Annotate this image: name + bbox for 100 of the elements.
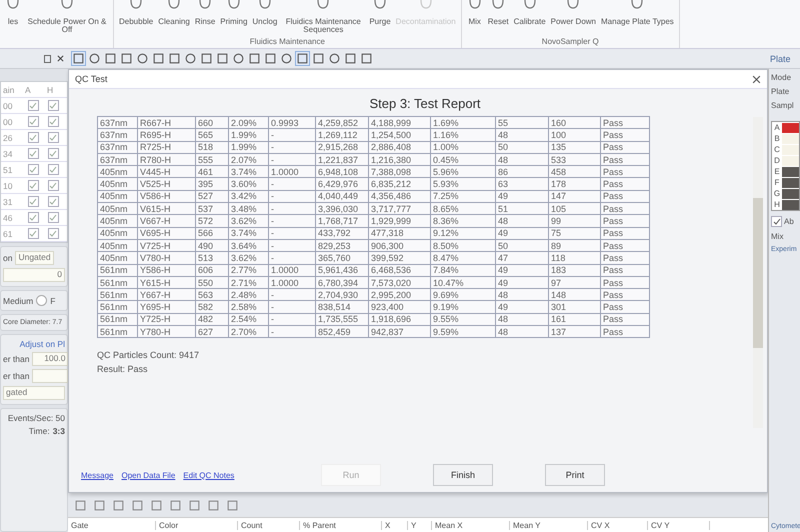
table-cell: 1.69% — [430, 116, 496, 129]
threshold-field[interactable] — [32, 369, 68, 383]
table-cell: - — [268, 227, 316, 240]
table-cell: 4,188,999 — [368, 116, 430, 129]
radio-button[interactable] — [36, 295, 48, 306]
threshold-field[interactable]: 100.0 — [32, 352, 68, 366]
checkbox[interactable] — [28, 100, 38, 111]
table-cell-text: 00 — [2, 116, 14, 126]
ribbon-button[interactable]: Power Down — [550, 0, 597, 37]
checkbox[interactable] — [28, 228, 38, 239]
checkbox[interactable] — [48, 116, 58, 127]
well[interactable] — [782, 188, 799, 198]
checkbox[interactable] — [28, 132, 38, 143]
checkbox[interactable] — [48, 148, 58, 159]
gate-field[interactable]: gated — [3, 386, 65, 400]
well[interactable] — [782, 200, 799, 210]
ribbon-button[interactable]: Cleaning — [157, 0, 191, 37]
table-cell: 2,886,408 — [368, 141, 430, 154]
table-cell: V615-H — [138, 202, 196, 215]
table-cell: R695-H — [138, 128, 196, 142]
table-cell: 3.62% — [228, 252, 268, 264]
checkbox[interactable] — [771, 216, 782, 227]
table-cell: 48 — [496, 313, 548, 326]
row-label: H — [773, 200, 781, 209]
table-cell: Pass — [600, 313, 650, 326]
ribbon-button[interactable]: Rinse — [194, 0, 216, 37]
table-cell: 2.77% — [228, 264, 268, 276]
well[interactable] — [782, 178, 799, 188]
table-cell: R780-H — [138, 153, 196, 166]
table-cell: 1.0000 — [268, 166, 316, 178]
gate-field[interactable]: Ungated — [15, 251, 54, 265]
dialog-button[interactable]: Print — [545, 464, 605, 486]
table-cell: V445-H — [138, 166, 196, 178]
column-header: % Parent — [300, 520, 382, 530]
checkbox[interactable] — [48, 228, 58, 239]
table-cell: V586-H — [138, 190, 196, 203]
link[interactable]: Open Data File — [121, 470, 176, 480]
scrollbar[interactable] — [753, 117, 763, 428]
close-button[interactable] — [752, 74, 761, 84]
table-cell: 99 — [548, 214, 600, 228]
table-cell: Pass — [600, 166, 650, 178]
ribbon-button[interactable]: Reset — [486, 0, 510, 37]
table-cell: - — [268, 300, 316, 314]
table-cell: 537 — [196, 202, 228, 215]
well[interactable] — [782, 122, 799, 132]
table-cell: 3.64% — [228, 239, 268, 252]
checkbox[interactable] — [48, 196, 58, 207]
table-cell: Y695-H — [138, 300, 196, 314]
checkbox[interactable] — [28, 196, 38, 207]
table-cell: - — [268, 214, 316, 228]
table-cell: V695-H — [138, 227, 196, 240]
table-cell: 561nm — [98, 276, 138, 289]
table-cell: 9.69% — [430, 288, 496, 301]
table-cell: 49 — [496, 190, 548, 203]
ribbon-button[interactable]: Purge — [368, 0, 392, 37]
table-cell: 566 — [196, 227, 228, 240]
table-cell: Pass — [600, 326, 650, 338]
ribbon-button[interactable]: Debubble — [118, 0, 154, 37]
checkbox[interactable] — [48, 100, 58, 111]
column-header: CV X — [588, 520, 648, 530]
link[interactable]: Edit QC Notes — [183, 470, 234, 480]
table-cell: 2.70% — [228, 326, 268, 338]
checkbox[interactable] — [48, 164, 58, 175]
dialog-button[interactable]: Finish — [433, 464, 493, 486]
ribbon-button[interactable]: Priming — [219, 0, 248, 37]
ribbon-button[interactable]: Schedule Power On & Off — [25, 0, 109, 48]
row-label: B — [773, 134, 781, 143]
table-cell: - — [268, 190, 316, 203]
table-cell: 89 — [548, 239, 600, 252]
ribbon-button[interactable]: Unclog — [251, 0, 278, 37]
checkbox[interactable] — [28, 164, 38, 175]
table-cell: 405nm — [98, 214, 138, 228]
table-cell: 1,735,555 — [316, 313, 368, 326]
ribbon-button[interactable]: Manage Plate Types — [600, 0, 675, 37]
checkbox[interactable] — [28, 116, 38, 127]
count-field[interactable]: 0 — [3, 268, 65, 282]
well[interactable] — [782, 166, 799, 176]
table-cell: 561nm — [98, 264, 138, 276]
ribbon-button[interactable]: Fluidics Maintenance Sequences — [281, 0, 366, 37]
table-cell: 513 — [196, 252, 228, 264]
table-cell: 2,915,268 — [316, 141, 368, 154]
checkbox[interactable] — [48, 132, 58, 143]
table-cell: 405nm — [98, 178, 138, 190]
table-cell: 6,468,536 — [368, 264, 430, 276]
close-icon[interactable] — [57, 54, 64, 62]
table-cell: Pass — [600, 202, 650, 215]
checkbox[interactable] — [28, 180, 38, 191]
table-cell: 923,400 — [368, 300, 430, 314]
ribbon-button[interactable]: les — [4, 0, 22, 48]
checkbox[interactable] — [48, 180, 58, 191]
table-cell: 2.07% — [228, 153, 268, 166]
checkbox[interactable] — [28, 212, 38, 223]
checkbox[interactable] — [28, 148, 38, 159]
link[interactable]: Message — [81, 470, 114, 480]
adjust-link[interactable]: Adjust on Pl — [3, 339, 65, 349]
ribbon-button[interactable]: Mix — [466, 0, 484, 37]
table-cell: Y725-H — [138, 313, 196, 326]
checkbox[interactable] — [48, 212, 58, 223]
table-cell: 7,388,098 — [368, 166, 430, 178]
ribbon-button[interactable]: Calibrate — [512, 0, 547, 37]
